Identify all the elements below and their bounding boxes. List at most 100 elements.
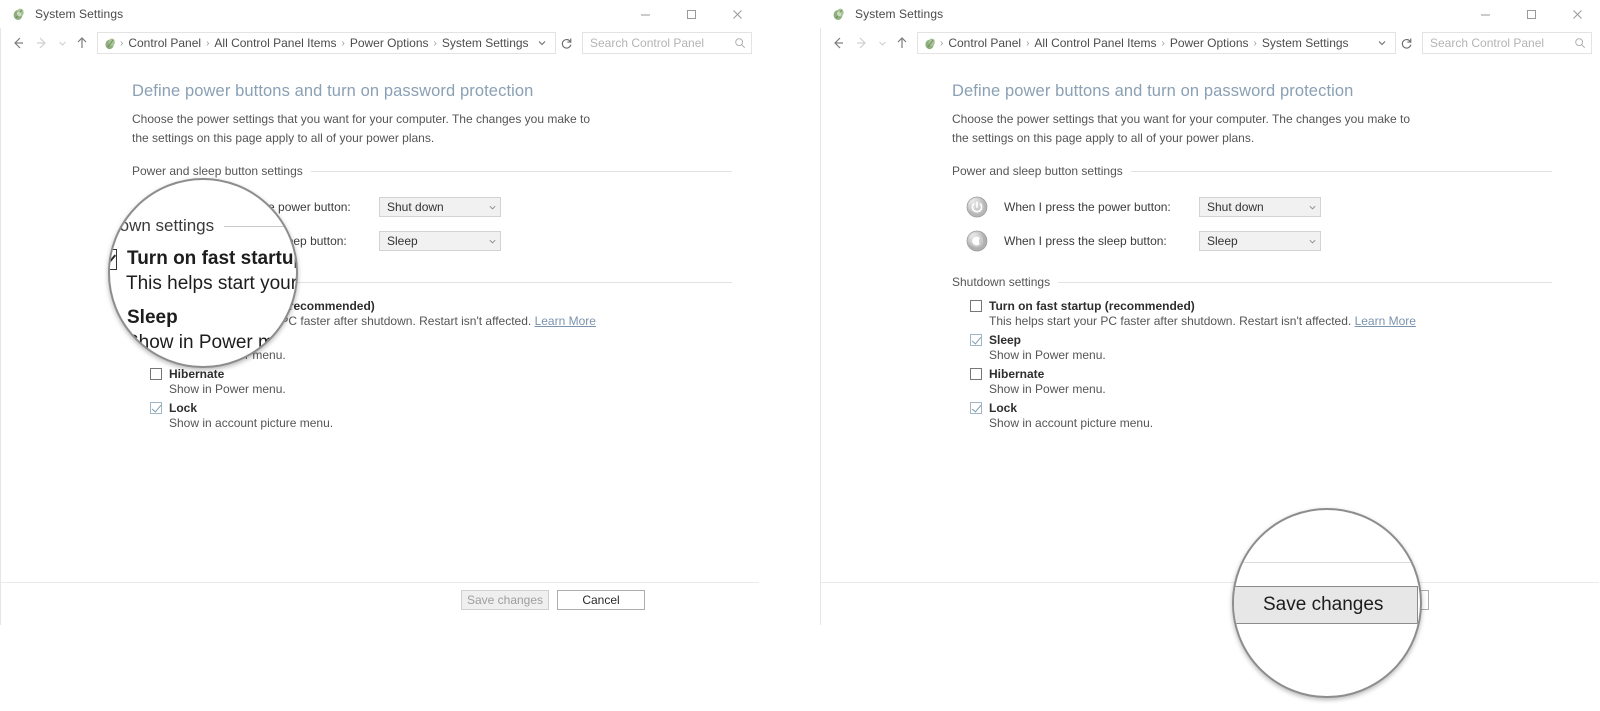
power-setting-rows: When I press the power button: Shut down bbox=[952, 190, 1552, 258]
lock-checkbox-row[interactable]: Lock bbox=[970, 401, 1552, 415]
maximize-icon[interactable] bbox=[668, 0, 714, 28]
sleep-label: Sleep bbox=[989, 333, 1021, 347]
sleep-checkbox[interactable] bbox=[970, 334, 982, 346]
lock-checkbox-row[interactable]: Lock bbox=[150, 401, 732, 415]
address-chevron-down-icon[interactable] bbox=[1375, 38, 1393, 48]
shutdown-group-title: Shutdown settings bbox=[952, 275, 1552, 289]
lock-checkbox[interactable] bbox=[150, 402, 162, 414]
lock-checkbox[interactable] bbox=[970, 402, 982, 414]
search-icon[interactable] bbox=[734, 37, 746, 49]
page-description: Choose the power settings that you want … bbox=[952, 110, 1430, 147]
magnifier-loupe-save-changes: Save changes bbox=[1232, 508, 1422, 698]
power-options-icon bbox=[831, 6, 847, 22]
minimize-icon[interactable] bbox=[622, 0, 668, 28]
fast-startup-checkbox[interactable] bbox=[970, 300, 982, 312]
power-group-title-label: Power and sleep button settings bbox=[132, 164, 303, 178]
loupe-fast-startup-row[interactable]: Turn on fast startup bbox=[108, 248, 298, 270]
loupe-sleep-checkbox[interactable] bbox=[108, 308, 117, 329]
back-arrow-icon[interactable] bbox=[826, 31, 850, 55]
recent-locations-chevron-down-icon[interactable] bbox=[54, 31, 70, 55]
sleep-checkbox-row[interactable]: Sleep bbox=[970, 333, 1552, 347]
hibernate-label: Hibernate bbox=[169, 367, 224, 381]
hibernate-checkbox-row[interactable]: Hibernate bbox=[970, 367, 1552, 381]
breadcrumb-item-power-options[interactable]: Power Options bbox=[347, 36, 432, 50]
breadcrumb-item-control-panel[interactable]: Control Panel bbox=[945, 36, 1024, 50]
sleep-button-action-select[interactable]: Sleep bbox=[379, 231, 501, 251]
breadcrumb-item-system-settings[interactable]: System Settings bbox=[1259, 36, 1352, 50]
address-chevron-down-icon[interactable] bbox=[535, 38, 553, 48]
power-button-action-select[interactable]: Shut down bbox=[379, 197, 501, 217]
loupe-group-divider bbox=[224, 226, 298, 227]
search-placeholder: Search Control Panel bbox=[590, 36, 734, 50]
loupe-fast-startup-description: This helps start your P bbox=[126, 273, 298, 295]
breadcrumb-item-control-panel[interactable]: Control Panel bbox=[125, 36, 204, 50]
breadcrumb-separator: › bbox=[118, 38, 125, 49]
search-icon[interactable] bbox=[1574, 37, 1586, 49]
breadcrumb-item-power-options[interactable]: Power Options bbox=[1167, 36, 1252, 50]
hibernate-description: Show in Power menu. bbox=[989, 382, 1552, 396]
screenshot-stage: System Settings bbox=[0, 0, 1600, 711]
back-arrow-icon[interactable] bbox=[6, 31, 30, 55]
up-arrow-icon[interactable] bbox=[890, 31, 914, 55]
search-input[interactable]: Search Control Panel bbox=[1422, 32, 1592, 54]
power-group-title: Power and sleep button settings bbox=[132, 164, 732, 178]
sleep-description: Show in Power menu. bbox=[989, 348, 1552, 362]
refresh-icon[interactable] bbox=[1396, 32, 1416, 54]
learn-more-link[interactable]: Learn More bbox=[1355, 314, 1416, 328]
up-arrow-icon[interactable] bbox=[70, 31, 94, 55]
power-options-icon bbox=[11, 6, 27, 22]
breadcrumb-separator: › bbox=[1159, 38, 1166, 49]
search-input[interactable]: Search Control Panel bbox=[582, 32, 752, 54]
learn-more-link[interactable]: Learn More bbox=[535, 314, 596, 328]
title-bar[interactable]: System Settings bbox=[0, 0, 760, 28]
power-button-action-value: Shut down bbox=[387, 200, 488, 214]
close-icon[interactable] bbox=[1554, 0, 1600, 28]
shutdown-settings-group: Shutdown settings Turn on fast startup (… bbox=[952, 275, 1552, 430]
loupe-fast-startup-label: Turn on fast startup bbox=[127, 248, 298, 270]
title-bar[interactable]: System Settings bbox=[820, 0, 1600, 28]
sleep-button-action-select[interactable]: Sleep bbox=[1199, 231, 1321, 251]
cancel-button[interactable]: Cancel bbox=[557, 590, 645, 610]
recent-locations-chevron-down-icon[interactable] bbox=[874, 31, 890, 55]
group-divider bbox=[238, 282, 732, 283]
lock-label: Lock bbox=[989, 401, 1017, 415]
hibernate-checkbox[interactable] bbox=[150, 368, 162, 380]
window-title: System Settings bbox=[35, 7, 123, 21]
hibernate-checkbox[interactable] bbox=[970, 368, 982, 380]
window-controls bbox=[622, 0, 760, 28]
fast-startup-description-text: This helps start your PC faster after sh… bbox=[989, 314, 1351, 328]
refresh-icon[interactable] bbox=[556, 32, 576, 54]
breadcrumb[interactable]: › Control Panel › All Control Panel Item… bbox=[917, 32, 1396, 54]
minimize-icon[interactable] bbox=[1462, 0, 1508, 28]
breadcrumb-item-all-control-panel-items[interactable]: All Control Panel Items bbox=[211, 36, 339, 50]
forward-arrow-icon[interactable] bbox=[30, 31, 54, 55]
save-changes-button[interactable]: Save changes bbox=[461, 590, 549, 610]
loupe-sleep-label: Sleep bbox=[127, 307, 178, 329]
hibernate-label: Hibernate bbox=[989, 367, 1044, 381]
chevron-down-icon bbox=[488, 237, 497, 246]
sleep-button-action-value: Sleep bbox=[1207, 234, 1308, 248]
breadcrumb[interactable]: › Control Panel › All Control Panel Item… bbox=[97, 32, 556, 54]
power-and-sleep-button-settings-group: Power and sleep button settings bbox=[952, 164, 1552, 258]
lock-description: Show in account picture menu. bbox=[169, 416, 732, 430]
loupe-fast-startup-checkbox[interactable] bbox=[108, 249, 117, 270]
power-button-action-select[interactable]: Shut down bbox=[1199, 197, 1321, 217]
loupe-shutdown-settings-label: utdown settings bbox=[108, 216, 214, 236]
fast-startup-checkbox-row[interactable]: Turn on fast startup (recommended) bbox=[970, 299, 1552, 313]
hibernate-description: Show in Power menu. bbox=[169, 382, 732, 396]
hibernate-checkbox-row[interactable]: Hibernate bbox=[150, 367, 732, 381]
power-group-title-label: Power and sleep button settings bbox=[952, 164, 1123, 178]
breadcrumb-item-system-settings[interactable]: System Settings bbox=[439, 36, 532, 50]
maximize-icon[interactable] bbox=[1508, 0, 1554, 28]
forward-arrow-icon[interactable] bbox=[850, 31, 874, 55]
sleep-button-icon bbox=[966, 230, 988, 252]
breadcrumb-item-all-control-panel-items[interactable]: All Control Panel Items bbox=[1031, 36, 1159, 50]
close-icon[interactable] bbox=[714, 0, 760, 28]
loupe-sleep-row[interactable]: Sleep bbox=[108, 307, 298, 329]
sleep-button-row: When I press the sleep button: Sleep bbox=[966, 224, 1552, 258]
breadcrumb-separator: › bbox=[1024, 38, 1031, 49]
loupe-save-changes-button[interactable]: Save changes bbox=[1232, 586, 1418, 624]
loupe-right-content: Save changes bbox=[1234, 586, 1420, 624]
breadcrumb-power-options-icon bbox=[923, 36, 938, 51]
shutdown-group-title-label: Shutdown settings bbox=[952, 275, 1050, 289]
